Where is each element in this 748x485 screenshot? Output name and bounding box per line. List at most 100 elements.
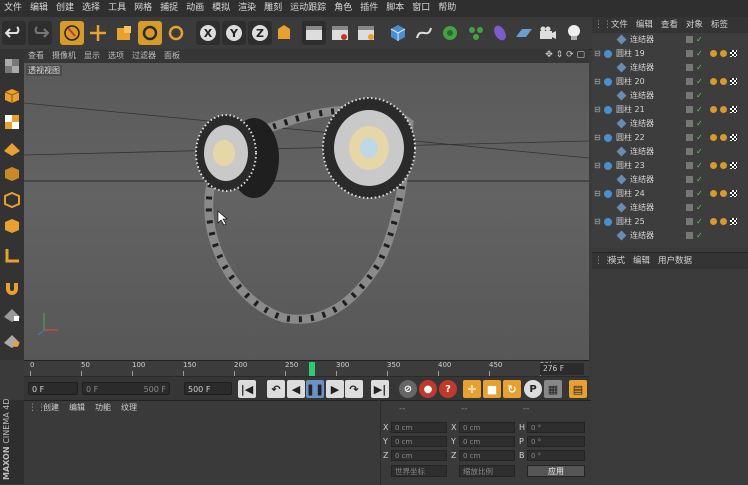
attr-menu-edit[interactable]: 编辑 [629,253,654,269]
current-frame-field[interactable]: 276 F [540,363,584,375]
start-frame-field[interactable]: 0 F [28,382,78,395]
undo-button[interactable] [2,21,26,45]
end-frame-field[interactable]: 500 F [184,382,232,395]
material-tag-icon[interactable] [720,218,727,225]
next-frame-button[interactable]: ▶ [326,380,344,398]
menu-item[interactable]: 捕捉 [156,0,182,17]
material-menu-function[interactable]: 功能 [90,401,116,415]
panel-grip-icon[interactable]: ⋮⋮ [592,20,612,30]
menu-item[interactable]: 脚本 [382,0,408,17]
expand-toggle-icon[interactable]: ⊟ [594,215,601,229]
checker-tag-icon[interactable] [730,50,737,57]
material-menu-create[interactable]: 创建 [38,401,64,415]
visibility-toggle-icon[interactable] [686,64,693,71]
expand-toggle-icon[interactable]: ⊟ [594,187,601,201]
snap-button[interactable] [1,277,23,299]
x-axis-button[interactable]: X [196,21,220,45]
y-axis-button[interactable]: Y [222,21,246,45]
object-row-connector[interactable]: 连结器 ✓ [592,201,748,215]
cube-button[interactable] [386,21,410,45]
next-key-button[interactable]: ↷ [345,380,363,398]
menu-item[interactable]: 网格 [130,0,156,17]
rotate-tool-button[interactable] [138,21,162,45]
expand-toggle-icon[interactable]: ⊟ [594,103,601,117]
object-manager-tab[interactable]: 文件 [607,17,632,33]
object-row-cylinder[interactable]: ⊟ 圆柱 19 ✓ [592,47,748,61]
expand-toggle-icon[interactable]: ⊟ [594,159,601,173]
enabled-check-icon[interactable]: ✓ [696,173,703,187]
visibility-toggle-icon[interactable] [686,120,693,127]
attr-menu-mode[interactable]: 模式 [604,253,629,269]
object-manager-tab[interactable]: 对象 [682,17,707,33]
points-mode-button[interactable] [1,163,23,185]
visibility-toggle-icon[interactable] [686,78,693,85]
menu-item[interactable]: 插件 [356,0,382,17]
model-mode-button[interactable] [1,85,23,107]
rotation-b-field[interactable]: 0 ° [527,450,585,461]
render-picture-viewer-button[interactable] [328,21,352,45]
enabled-check-icon[interactable]: ✓ [696,201,703,215]
texture-mode-button[interactable] [1,111,23,133]
visibility-toggle-icon[interactable] [686,92,693,99]
viewport-menu-display[interactable]: 显示 [80,49,104,63]
subdivision-button[interactable] [438,21,462,45]
redo-button[interactable] [28,21,52,45]
prev-key-button[interactable]: ↶ [267,380,285,398]
range-slider[interactable]: 0 F 500 F [82,382,170,395]
phong-tag-icon[interactable] [710,218,717,225]
object-manager-tab[interactable]: 标签 [707,17,732,33]
material-tag-icon[interactable] [720,50,727,57]
visibility-toggle-icon[interactable] [686,204,693,211]
scale-tool-button[interactable] [112,21,136,45]
timeline-ruler[interactable]: 05010015020025030035040045050( 276 F [24,360,589,377]
enabled-check-icon[interactable]: ✓ [696,47,703,61]
phong-tag-icon[interactable] [710,162,717,169]
spline-button[interactable] [412,21,436,45]
apply-button[interactable]: 应用 [527,465,585,477]
size-x-field[interactable]: 0 cm [459,422,515,433]
expand-toggle-icon[interactable]: ⊟ [594,131,601,145]
menu-item[interactable]: 帮助 [434,0,460,17]
polygons-mode-button[interactable] [1,215,23,237]
expand-toggle-icon[interactable]: ⊟ [594,47,601,61]
menu-item[interactable]: 雕刻 [260,0,286,17]
object-row-cylinder[interactable]: ⊟ 圆柱 25 ✓ [592,215,748,229]
menu-item[interactable]: 选择 [78,0,104,17]
timeline-window-button[interactable]: ▤ [569,380,587,398]
enabled-check-icon[interactable]: ✓ [696,75,703,89]
viewport-nav-icons[interactable]: ✥ ⇕ ⟳ ▢ [545,50,585,60]
viewport-menu-view[interactable]: 查看 [24,49,48,63]
z-axis-button[interactable]: Z [248,21,272,45]
auto-key-button[interactable]: ? [439,380,457,398]
checker-tag-icon[interactable] [730,218,737,225]
playhead[interactable] [308,362,315,376]
live-select-button[interactable] [60,21,84,45]
record-button[interactable]: ● [419,380,437,398]
go-to-end-button[interactable]: ▶| [371,380,389,398]
prev-frame-button[interactable]: ◀ [287,380,305,398]
solo-button[interactable] [1,329,23,351]
perspective-viewport[interactable]: 透视视图 [24,63,589,360]
visibility-toggle-icon[interactable] [686,232,693,239]
object-row-cylinder[interactable]: ⊟ 圆柱 20 ✓ [592,75,748,89]
menu-item[interactable]: 文件 [0,0,26,17]
enabled-check-icon[interactable]: ✓ [696,229,703,243]
checker-tag-icon[interactable] [730,134,737,141]
phong-tag-icon[interactable] [710,106,717,113]
go-to-start-button[interactable]: |◀ [238,380,256,398]
visibility-toggle-icon[interactable] [686,218,693,225]
menu-item[interactable]: 动画 [182,0,208,17]
key-position-button[interactable]: ✛ [463,380,481,398]
material-menu-texture[interactable]: 纹理 [116,401,142,415]
menu-item[interactable]: 工具 [104,0,130,17]
enabled-check-icon[interactable]: ✓ [696,187,703,201]
camera-button[interactable] [536,21,560,45]
menu-item[interactable]: 运动跟踪 [286,0,330,17]
position-x-field[interactable]: 0 cm [391,422,447,433]
object-row-connector[interactable]: 连结器 ✓ [592,33,748,47]
material-tag-icon[interactable] [720,106,727,113]
visibility-toggle-icon[interactable] [686,36,693,43]
size-z-field[interactable]: 0 cm [459,450,515,461]
object-row-cylinder[interactable]: ⊟ 圆柱 24 ✓ [592,187,748,201]
material-tag-icon[interactable] [720,134,727,141]
